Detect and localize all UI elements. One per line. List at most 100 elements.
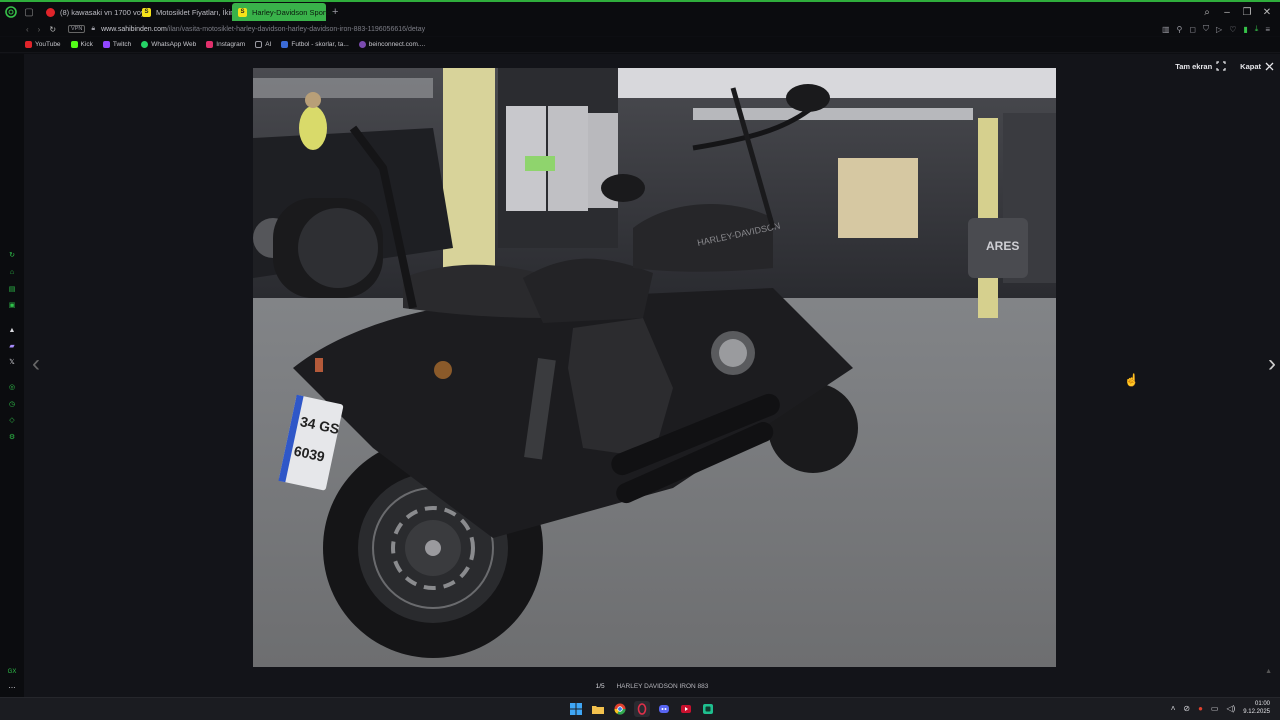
bookmark-instagram[interactable]: Instagram: [206, 41, 245, 48]
tab-bar: ▢ (8) kawasaki vn 1700 voy S Motosiklet …: [0, 0, 1280, 22]
sahibinden-icon: S: [238, 7, 247, 17]
reader-icon[interactable]: ▥: [1162, 25, 1170, 34]
listing-photo: ARES HARLEY-DAVIDSON 34 GS 6039: [253, 68, 1056, 667]
gx-badge-icon[interactable]: GX: [8, 668, 17, 676]
tab-list-icon[interactable]: ▢: [22, 2, 36, 22]
youtube-icon: [25, 41, 32, 48]
bookmark-twitch[interactable]: Twitch: [102, 41, 131, 48]
opera-gx-logo-icon[interactable]: [0, 2, 22, 22]
gx-control-icon[interactable]: ↻: [8, 251, 16, 259]
more-icon[interactable]: ⋯: [8, 684, 16, 692]
gx-corner-icon[interactable]: ▮: [1243, 25, 1247, 34]
tab-sahibinden-detail[interactable]: S Harley-Davidson Sportst: [232, 3, 333, 21]
window-controls: ⌕ – ❐ ✕: [1202, 7, 1280, 18]
shield-icon[interactable]: ⛉: [1203, 24, 1209, 34]
tab-sahibinden-list[interactable]: S Motosiklet Fiyatları, İkinc: [136, 3, 238, 21]
instagram-icon: [206, 41, 214, 48]
pinboard-icon[interactable]: ◇: [8, 416, 16, 424]
tab-title: (8) kawasaki vn 1700 voy: [60, 7, 145, 17]
menu-icon[interactable]: ≡: [1265, 25, 1270, 34]
bookmark-label: YouTube: [35, 41, 61, 48]
url-path: /ilan/vasita-motosiklet-harley-davidson-…: [166, 25, 426, 33]
tray-overflow-icon[interactable]: ˄: [1171, 704, 1176, 713]
new-tab-button[interactable]: +: [332, 6, 338, 18]
pin-icon[interactable]: ⚲: [1177, 25, 1183, 34]
bookmark-label: Futbol - skorlar, ta...: [291, 41, 349, 48]
gx-store-icon[interactable]: ⌂: [8, 268, 16, 276]
media-player-icon[interactable]: [678, 701, 694, 717]
bookmark-whatsapp[interactable]: WhatsApp Web: [141, 41, 196, 48]
aria-icon[interactable]: ▲: [8, 326, 16, 334]
tab-title: Harley-Davidson Sportst: [252, 7, 334, 17]
volume-icon[interactable]: ◁): [1226, 704, 1235, 713]
fullscreen-button[interactable]: Tam ekran: [1175, 61, 1226, 71]
scroll-up-icon[interactable]: ▲: [1265, 668, 1272, 675]
windows-taskbar: ˄ ⊘ ● ▭ ◁) 01:00 9.12.2025: [0, 697, 1280, 720]
bein-icon: [358, 41, 366, 48]
history-icon[interactable]: ◷: [8, 400, 16, 408]
folder-icon: [255, 41, 263, 48]
twitch-panel-icon[interactable]: ▤: [8, 285, 16, 293]
screen: ▢ (8) kawasaki vn 1700 voy S Motosiklet …: [0, 0, 1280, 720]
back-icon[interactable]: ‹: [26, 25, 29, 34]
opera-gx-taskbar-icon[interactable]: [634, 701, 650, 717]
twitch-icon: [102, 41, 110, 48]
kick-icon: [70, 41, 78, 48]
bookmark-youtube[interactable]: YouTube: [25, 41, 61, 48]
search-icon[interactable]: ⌕: [1202, 7, 1212, 18]
bookmark-label: beinconnect.com....: [368, 41, 426, 48]
snapshot-icon[interactable]: ◻: [1189, 25, 1196, 34]
player-icon[interactable]: ▣: [8, 301, 16, 309]
clock-time: 01:00: [1254, 701, 1270, 707]
microphone-icon[interactable]: ●: [1198, 704, 1203, 713]
close-label: Kapat: [1240, 61, 1261, 71]
bookmark-folder-ai[interactable]: AI: [255, 41, 271, 48]
bookmarks-bar: YouTube Kick Twitch WhatsApp Web Instagr…: [0, 37, 1280, 53]
clock-date: 9.12.2025: [1243, 709, 1270, 715]
previous-photo-arrow[interactable]: ‹: [32, 350, 40, 378]
bookmark-kick[interactable]: Kick: [70, 41, 93, 48]
display-icon[interactable]: ▭: [1211, 704, 1219, 713]
bookmark-label: AI: [265, 41, 272, 48]
lock-icon[interactable]: 🔒︎: [91, 25, 95, 33]
chrome-icon[interactable]: [612, 701, 628, 717]
file-explorer-icon[interactable]: [590, 701, 606, 717]
bookmark-bein[interactable]: beinconnect.com....: [358, 41, 426, 48]
close-viewer-button[interactable]: Kapat: [1240, 62, 1274, 71]
maximize-icon[interactable]: ❐: [1242, 7, 1252, 18]
nav-buttons: ‹ › ↻: [0, 25, 56, 34]
network-off-icon[interactable]: ⊘: [1183, 704, 1190, 713]
bookmark-futbol[interactable]: Futbol - skorlar, ta...: [281, 41, 349, 48]
play-icon[interactable]: ▷: [1216, 25, 1222, 34]
fullscreen-label: Tam ekran: [1175, 61, 1213, 71]
windows-start-icon[interactable]: [568, 701, 584, 717]
discord-icon[interactable]: [656, 701, 672, 717]
motorcycle-photo: ARES HARLEY-DAVIDSON 34 GS 6039: [253, 68, 1056, 667]
app-green-icon[interactable]: [700, 701, 716, 717]
close-icon[interactable]: ✕: [1262, 7, 1272, 18]
close-icon: [1265, 62, 1274, 70]
whatsapp-icon: [141, 41, 149, 48]
bookmark-label: Kick: [80, 41, 93, 48]
bookmark-label: WhatsApp Web: [151, 41, 197, 48]
x-icon[interactable]: 𝕏: [8, 358, 16, 366]
forward-icon[interactable]: ›: [38, 25, 41, 34]
next-photo-arrow[interactable]: ›: [1268, 350, 1276, 378]
url-field[interactable]: www.sahibinden.com/ilan/vasita-motosikle…: [101, 26, 425, 33]
viewer-toolbar: Tam ekran Kapat: [1175, 61, 1274, 71]
tab-youtube[interactable]: (8) kawasaki vn 1700 voy: [40, 3, 145, 21]
photo-counter: 1/5: [595, 683, 605, 690]
download-icon[interactable]: ⤓: [1255, 24, 1259, 34]
heart-icon[interactable]: ♡: [1229, 25, 1236, 34]
system-tray: ˄ ⊘ ● ▭ ◁) 01:00 9.12.2025: [1171, 700, 1270, 716]
clock[interactable]: 01:00 9.12.2025: [1243, 700, 1270, 716]
settings-icon[interactable]: ⚙: [8, 433, 16, 441]
vpn-badge[interactable]: VPN: [68, 25, 86, 33]
address-bar-actions: ▥ ⚲ ◻ ⛉ ▷ ♡ ▮ ⤓ ≡: [1162, 24, 1280, 34]
url-host: www.sahibinden.com: [101, 25, 167, 33]
minimize-icon[interactable]: –: [1222, 7, 1232, 18]
reload-icon[interactable]: ↻: [49, 25, 56, 34]
twitch-icon[interactable]: ▰: [8, 342, 16, 350]
speed-dial-icon[interactable]: ◎: [8, 383, 16, 391]
taskbar-apps: [568, 701, 716, 717]
